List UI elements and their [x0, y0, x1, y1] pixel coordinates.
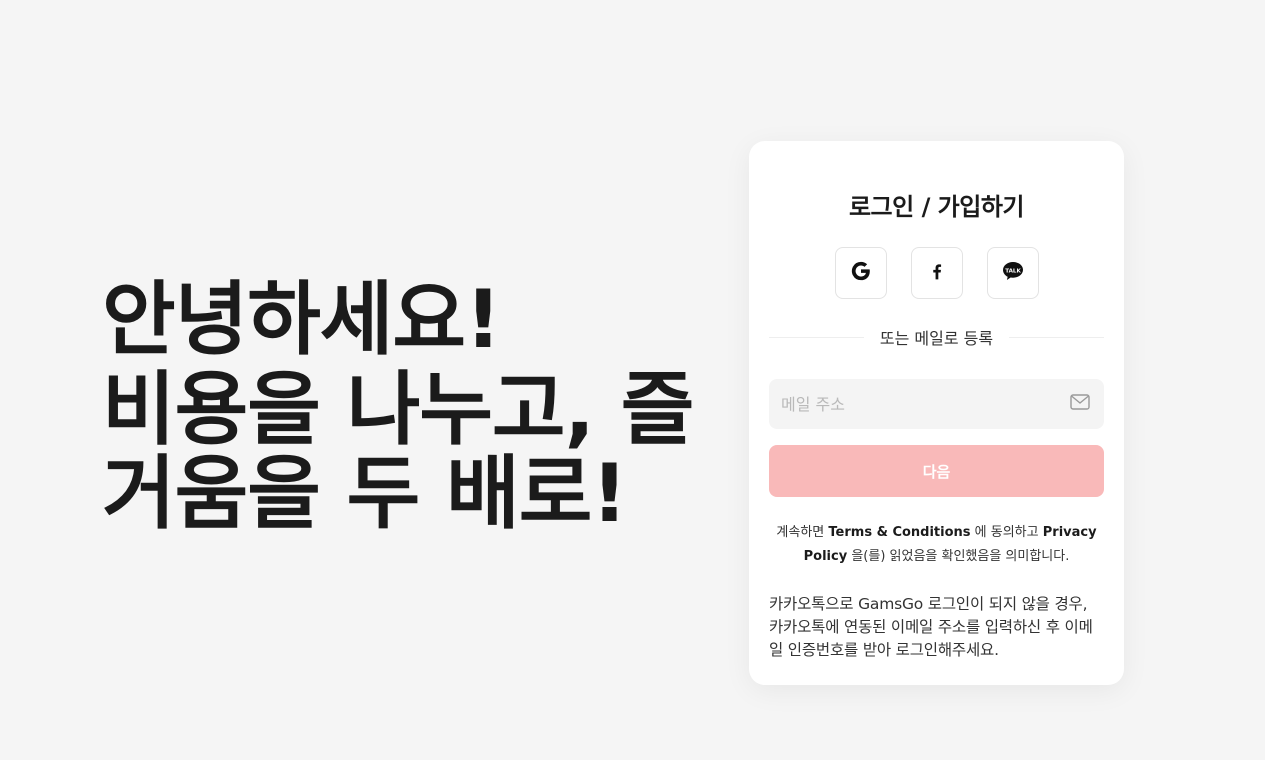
terms-middle: 에 동의하고	[974, 525, 1039, 540]
login-card: 로그인 / 가입하기 TALK 또는 메일로 등록 메일 주소 다음 계속하면 …	[749, 141, 1124, 685]
divider-line-left	[769, 336, 864, 338]
email-input[interactable]	[781, 394, 1070, 414]
terms-prefix: 계속하면	[776, 525, 825, 540]
divider-line-right	[1009, 336, 1104, 338]
email-field-wrapper	[769, 379, 1104, 429]
login-page: 안녕하세요! 비용을 나누고, 즐 거움을 두 배로! 로그인 / 가입하기 T…	[0, 0, 1265, 760]
kakao-login-note: 카카오톡으로 GamsGo 로그인이 되지 않을 경우, 카카오톡에 연동된 이…	[769, 595, 1093, 659]
next-button[interactable]: 다음	[769, 445, 1104, 497]
facebook-login-button[interactable]	[910, 247, 963, 299]
hero-line-1: 안녕하세요!	[102, 273, 501, 366]
kakao-login-button[interactable]: TALK	[986, 247, 1039, 299]
terms-notice: 계속하면 Terms & Conditions 에 동의하고 Privacy P…	[769, 521, 1104, 569]
google-icon	[850, 260, 872, 286]
social-login-row: TALK	[769, 247, 1104, 299]
terms-suffix: 을(를) 읽었음을 확인했음을 의미합니다.	[851, 549, 1070, 564]
hero-line-3: 거움을 두 배로!	[102, 447, 628, 540]
hero-heading: 안녕하세요! 비용을 나누고, 즐 거움을 두 배로!	[102, 278, 702, 536]
google-login-button[interactable]	[834, 247, 887, 299]
facebook-icon	[927, 261, 947, 285]
kakaotalk-icon: TALK	[1001, 259, 1025, 287]
mail-icon	[1070, 394, 1090, 414]
login-title: 로그인 / 가입하기	[848, 193, 1025, 221]
divider-text: 또는 메일로 등록	[879, 329, 994, 348]
or-email-divider: 또는 메일로 등록	[769, 325, 1104, 349]
hero-line-2: 비용을 나누고, 즐	[102, 363, 694, 456]
terms-link[interactable]: Terms & Conditions	[828, 525, 970, 540]
kakao-icon-text: TALK	[1005, 268, 1021, 274]
